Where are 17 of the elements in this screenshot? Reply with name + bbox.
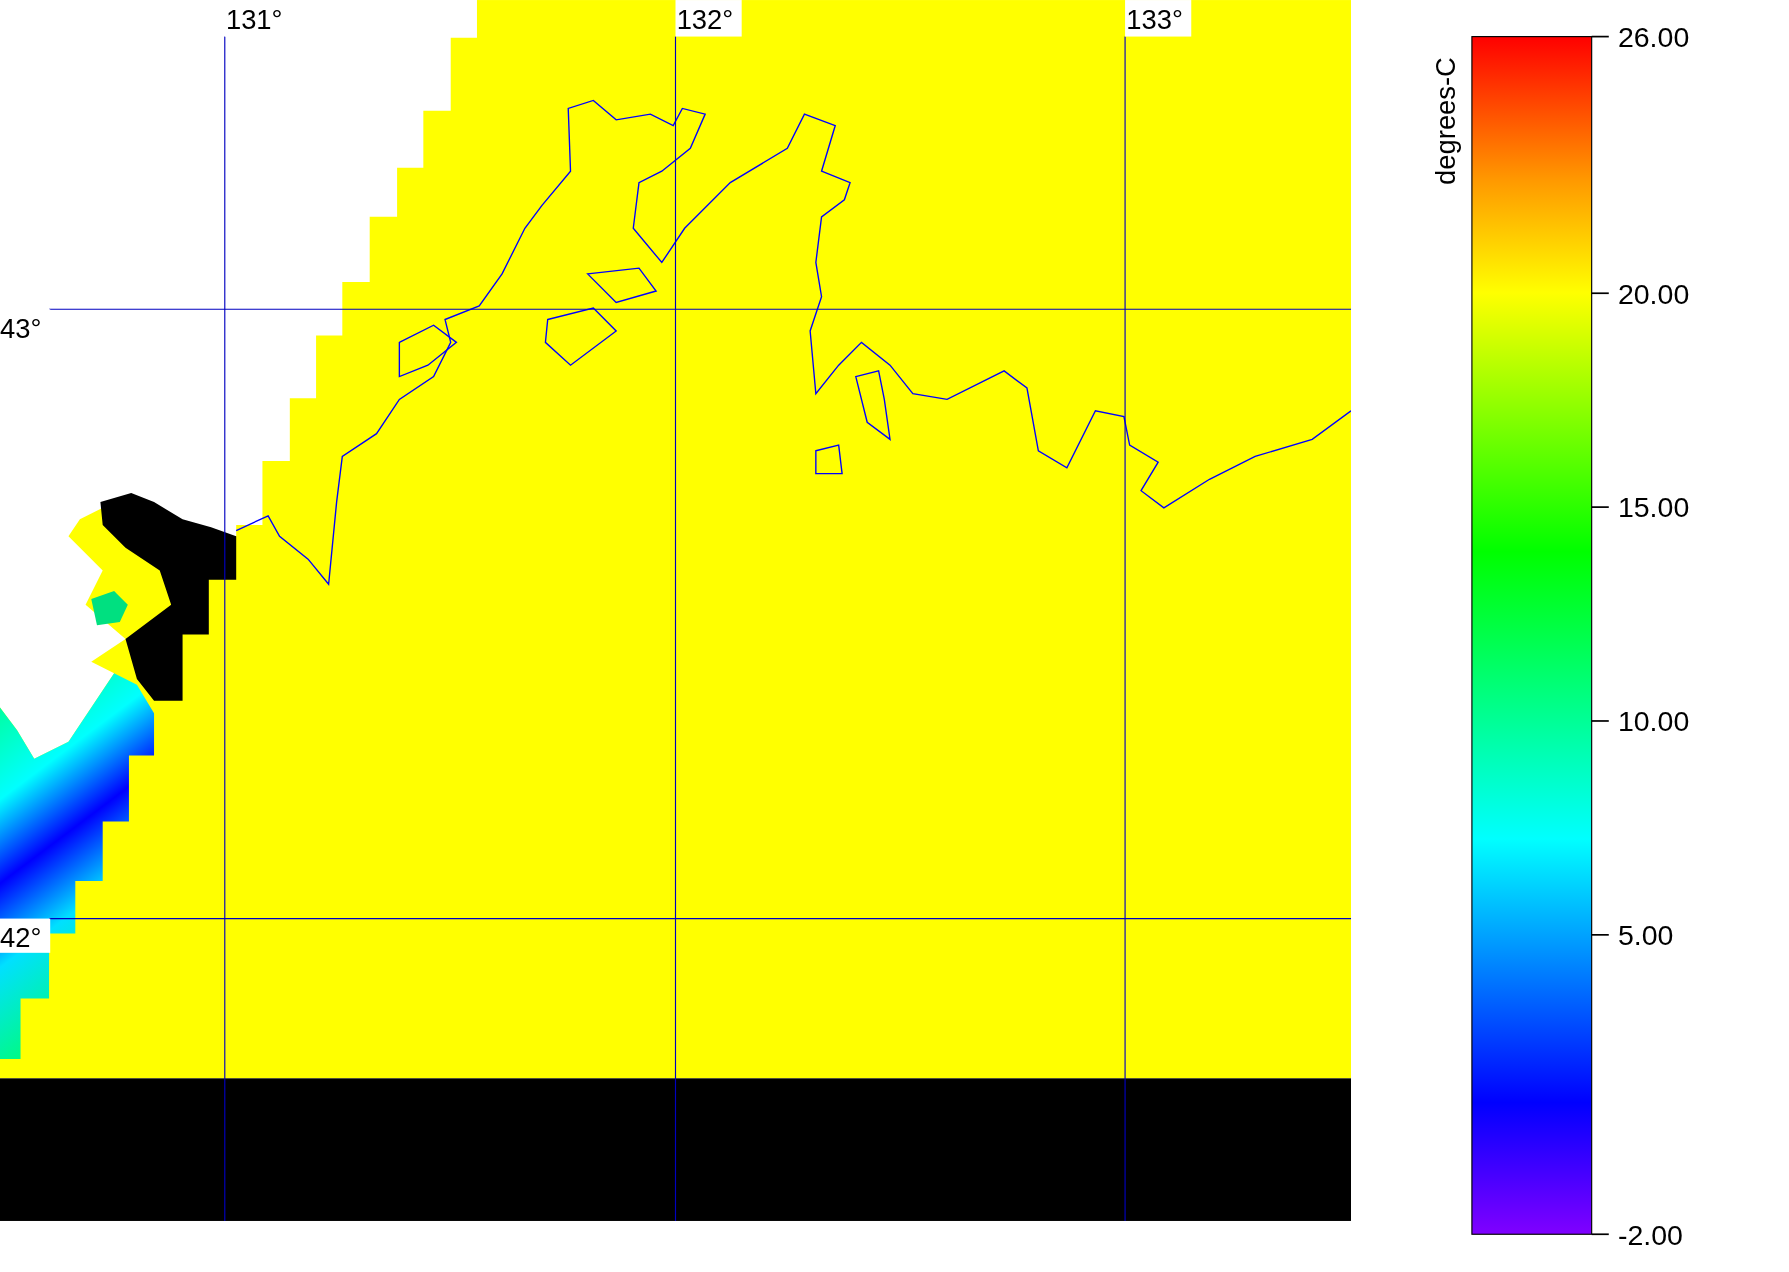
tick-mark (1590, 292, 1610, 295)
tick-mark (1590, 506, 1610, 508)
tick-mark (1590, 35, 1610, 38)
island-patch (91, 591, 128, 626)
scale-label: 26.00 (1617, 20, 1690, 53)
scale-label: 15.00 (1617, 491, 1690, 524)
latitude-label: 42° (0, 918, 51, 954)
longitude-label: 133° (1125, 0, 1192, 37)
scale-label: 5.00 (1617, 919, 1674, 952)
scale-label: -2.00 (1617, 1218, 1683, 1251)
tick-mark (1590, 934, 1610, 936)
scale-label: 10.00 (1617, 705, 1690, 738)
scale-title: degrees-C (1429, 57, 1461, 185)
scale-label: 20.00 (1617, 277, 1690, 310)
tick-mark (1590, 1233, 1610, 1236)
longitude-label: 132° (675, 0, 742, 37)
tick-mark (1590, 720, 1610, 722)
